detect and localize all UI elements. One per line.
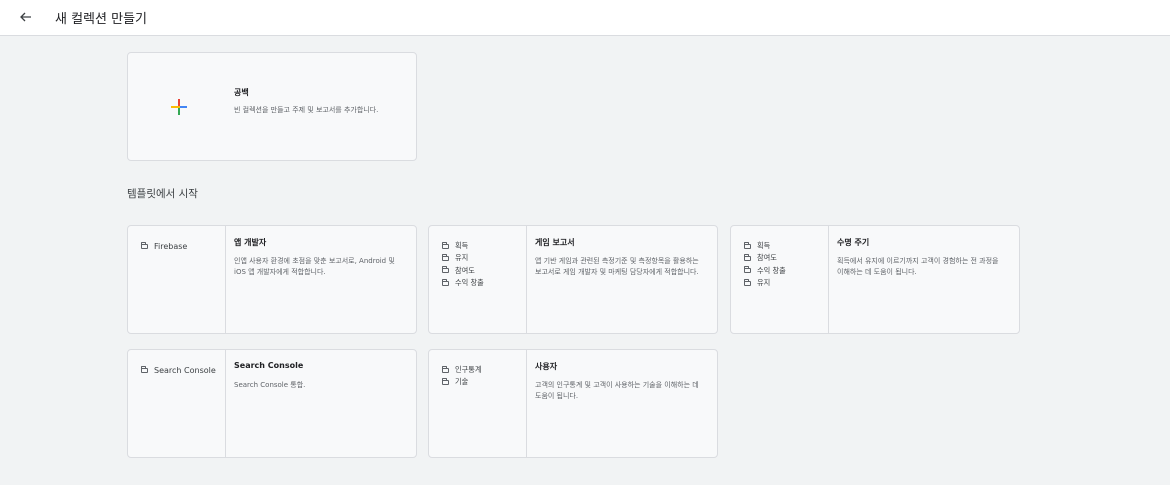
tag-item: 참여도 (442, 265, 484, 277)
tag-item: 인구통계 (442, 364, 481, 376)
template-tags: 획득 유지 참여도 수익 창출 (442, 240, 484, 289)
template-card-user[interactable]: 인구통계 기술 사용자 고객의 인구통계 및 고객이 사용하는 기술을 이해하는… (428, 349, 718, 458)
tag-item: 수익 창출 (442, 277, 484, 289)
folder-icon (442, 365, 449, 373)
card-divider (225, 226, 226, 333)
template-title: 앱 개발자 (234, 238, 267, 247)
template-card-search-console[interactable]: Search Console Search Console Search Con… (127, 349, 417, 458)
card-divider (828, 226, 829, 333)
tag-item: Search Console (141, 364, 216, 376)
folder-icon (744, 266, 751, 274)
template-card-lifecycle[interactable]: 획득 참여도 수익 창출 유지 수명 주기 획득에서 유지에 이르기까지 고객이… (730, 225, 1020, 334)
template-title: 사용자 (535, 362, 558, 371)
card-divider (225, 350, 226, 457)
arrow-back-icon (20, 12, 31, 22)
folder-icon (442, 377, 449, 385)
template-description: Search Console 통합. (234, 381, 306, 389)
folder-icon (442, 253, 449, 261)
tag-item: 참여도 (744, 252, 786, 264)
blank-card-title: 공백 (234, 88, 249, 97)
folder-icon (442, 266, 449, 274)
template-title: 수명 주기 (837, 238, 870, 247)
tag-item: 수익 창출 (744, 265, 786, 277)
folder-icon (744, 278, 751, 286)
blank-collection-card[interactable]: 공백 빈 컬렉션을 만들고 주제 및 보고서를 추가합니다. (127, 52, 417, 161)
template-title: 게임 보고서 (535, 238, 575, 247)
tag-item: 유지 (744, 277, 786, 289)
folder-icon (744, 253, 751, 261)
folder-icon (442, 241, 449, 249)
tag-item: 유지 (442, 252, 484, 264)
template-section-title: 템플릿에서 시작 (127, 188, 198, 200)
template-tags: Search Console (141, 364, 216, 376)
tag-item: 획득 (744, 240, 786, 252)
top-app-bar: 새 컬렉션 만들기 (0, 0, 1170, 36)
folder-icon (744, 241, 751, 249)
tag-item: 기술 (442, 376, 481, 388)
template-description: 고객의 인구통계 및 고객이 사용하는 기술을 이해하는 데 도움이 됩니다. (535, 381, 699, 400)
card-divider (526, 350, 527, 457)
folder-icon (442, 278, 449, 286)
template-tags: Firebase (141, 240, 187, 252)
template-tags: 획득 참여도 수익 창출 유지 (744, 240, 786, 289)
template-description: 인앱 사용자 환경에 초점을 맞춘 보고서로, Android 및 iOS 앱 … (234, 257, 395, 276)
template-description: 획득에서 유지에 이르기까지 고객이 경험하는 전 과정을 이해하는 데 도움이… (837, 257, 999, 276)
folder-icon (141, 241, 148, 249)
template-title: Search Console (234, 361, 304, 370)
template-tags: 인구통계 기술 (442, 364, 481, 389)
google-plus-icon (171, 99, 187, 115)
page-title: 새 컬렉션 만들기 (55, 12, 147, 27)
template-description: 앱 기반 게임과 관련된 측정기준 및 측정항목을 활용하는 보고서로 게임 개… (535, 257, 699, 276)
back-arrow-icon[interactable] (14, 6, 38, 28)
tag-item: Firebase (141, 240, 187, 252)
template-card-game-report[interactable]: 획득 유지 참여도 수익 창출 게임 보고서 앱 기반 게임과 관련된 측정기준… (428, 225, 718, 334)
template-card-app-developer[interactable]: Firebase 앱 개발자 인앱 사용자 환경에 초점을 맞춘 보고서로, A… (127, 225, 417, 334)
card-divider (526, 226, 527, 333)
tag-item: 획득 (442, 240, 484, 252)
folder-icon (141, 365, 148, 373)
blank-card-description: 빈 컬렉션을 만들고 주제 및 보고서를 추가합니다. (234, 106, 379, 114)
